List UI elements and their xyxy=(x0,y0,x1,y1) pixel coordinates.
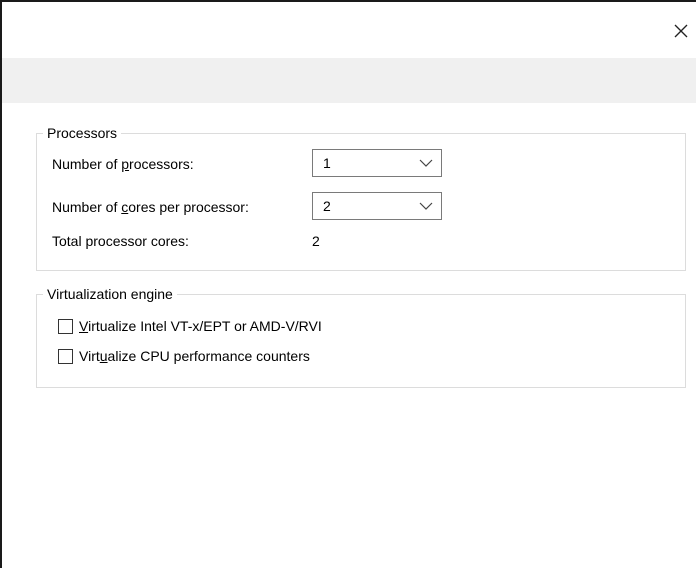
num-processors-value: 1 xyxy=(323,155,331,171)
virtualize-vtx-checkbox[interactable] xyxy=(58,318,73,334)
header-band xyxy=(2,58,696,103)
cores-per-processor-label: Number of cores per processor: xyxy=(52,199,249,215)
virtualize-perf-counters-label: Virtualize CPU performance counters xyxy=(79,348,310,364)
num-processors-select[interactable]: 1 xyxy=(312,149,442,177)
cores-per-processor-value: 2 xyxy=(323,198,331,214)
virtualization-group-label: Virtualization engine xyxy=(47,286,173,302)
cores-per-processor-select[interactable]: 2 xyxy=(312,192,442,220)
num-processors-label: Number of processors: xyxy=(52,156,194,172)
close-button[interactable] xyxy=(666,16,696,46)
close-icon xyxy=(674,24,688,38)
virtualize-vtx-option[interactable]: Virtualize Intel VT-x/EPT or AMD-V/RVI xyxy=(58,318,322,334)
chevron-down-icon xyxy=(419,202,433,210)
processors-group-label: Processors xyxy=(47,125,118,141)
virtualize-perf-counters-checkbox[interactable] xyxy=(58,348,73,364)
processors-settings-window: Processors Number of processors: 1 Numbe… xyxy=(0,0,696,568)
virtualize-perf-counters-option[interactable]: Virtualize CPU performance counters xyxy=(58,348,310,364)
virtualize-vtx-label: Virtualize Intel VT-x/EPT or AMD-V/RVI xyxy=(79,318,322,334)
settings-content: Processors Number of processors: 1 Numbe… xyxy=(2,103,696,568)
virtualization-group: Virtualization engine xyxy=(36,286,686,388)
title-bar xyxy=(2,2,696,58)
total-cores-value: 2 xyxy=(312,233,320,249)
total-cores-label: Total processor cores: xyxy=(52,233,189,249)
chevron-down-icon xyxy=(419,159,433,167)
